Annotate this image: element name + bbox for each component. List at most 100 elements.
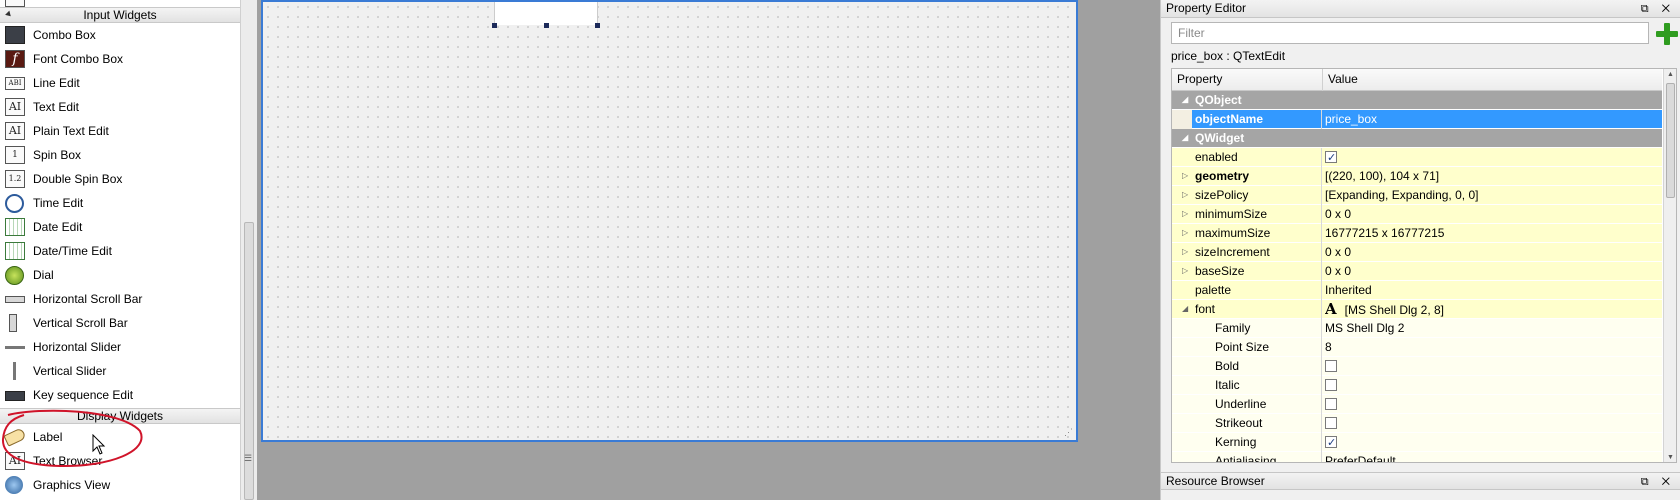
enabled-checkbox[interactable] [1325,149,1337,167]
property-value[interactable]: 8 [1325,338,1660,357]
text-edit-icon: AI [5,98,25,116]
property-value[interactable]: 16777215 x 16777215 [1325,224,1660,243]
property-value [1325,357,1660,376]
property-row-font[interactable]: ◢ font A [MS Shell Dlg 2, 8] [1172,300,1662,319]
widget-item-time-edit[interactable]: Time Edit [0,191,240,215]
property-row-strikeout[interactable]: Strikeout [1172,414,1662,433]
property-value[interactable]: [Expanding, Expanding, 0, 0] [1325,186,1660,205]
property-row-objectname[interactable]: objectName price_box [1172,110,1662,129]
add-dynamic-property-icon[interactable] [1654,22,1678,45]
widget-item-vertical-scroll-bar[interactable]: Vertical Scroll Bar [0,311,240,335]
property-table-scrollbar[interactable]: ▲ ▼ [1663,69,1676,462]
property-row-sizeincrement[interactable]: ▷ sizeIncrement 0 x 0 [1172,243,1662,262]
property-value[interactable]: [(220, 100), 104 x 71] [1325,167,1660,186]
horizontal-slider-icon [5,346,25,349]
widget-item-horizontal-scroll-bar[interactable]: Horizontal Scroll Bar [0,287,240,311]
italic-checkbox[interactable] [1325,379,1337,391]
category-header-input-widgets[interactable]: Input Widgets [0,7,240,23]
widget-item-key-sequence-edit[interactable]: Key sequence Edit [0,383,240,407]
column-header-property[interactable]: Property [1172,69,1222,90]
resource-browser-title: Resource Browser [1166,474,1265,488]
property-value[interactable]: MS Shell Dlg 2 [1325,319,1660,338]
group-row-qobject[interactable]: ◢ QObject [1172,91,1662,110]
property-name: palette [1172,281,1322,300]
widget-item-label: Date/Time Edit [33,244,112,258]
filter-toolbar [1161,19,1680,48]
widget-item-label: Graphics View [33,478,111,492]
horizontal-scrollbar-icon [5,296,25,303]
scroll-down-arrow-icon[interactable]: ▼ [1667,454,1674,461]
property-row-palette[interactable]: palette Inherited [1172,281,1662,300]
scrollbar-thumb[interactable] [1666,83,1675,198]
strikeout-checkbox[interactable] [1325,417,1337,429]
widget-item-horizontal-slider[interactable]: Horizontal Slider [0,335,240,359]
widget-item-graphics-view[interactable]: Graphics View [0,473,240,497]
property-row-bold[interactable]: Bold [1172,357,1662,376]
dial-icon [5,266,24,285]
widget-item-dial[interactable]: Dial [0,263,240,287]
widget-item-date-time-edit[interactable]: Date/Time Edit [0,239,240,263]
mouse-cursor-icon [92,434,106,455]
dock-float-close-buttons[interactable]: ⧉ ✕ [1641,1,1675,18]
widget-list: Input Widgets Combo Box f Font Combo Box… [0,0,240,500]
object-caption: price_box : QTextEdit [1171,49,1286,63]
selected-widget-price-box[interactable] [492,2,600,28]
property-row-antialiasing[interactable]: Antialiasing PreferDefault [1172,452,1662,462]
property-value[interactable]: 0 x 0 [1325,243,1660,262]
key-sequence-icon [5,391,25,401]
widget-item-line-edit[interactable]: ABI Line Edit [0,71,240,95]
form-grid[interactable]: ⋰ [263,2,1076,440]
property-row-point-size[interactable]: Point Size 8 [1172,338,1662,357]
property-value[interactable]: Inherited [1325,281,1660,300]
property-row-geometry[interactable]: ▷ geometry [(220, 100), 104 x 71] [1172,167,1662,186]
graphics-view-icon [5,476,23,494]
font-glyph-icon: A [1325,300,1337,318]
property-row-sizepolicy[interactable]: ▷ sizePolicy [Expanding, Expanding, 0, 0… [1172,186,1662,205]
property-value[interactable]: 0 x 0 [1325,205,1660,224]
widget-item-double-spin-box[interactable]: 1.2 Double Spin Box [0,167,240,191]
property-value [1325,376,1660,395]
property-row-minimumsize[interactable]: ▷ minimumSize 0 x 0 [1172,205,1662,224]
property-value[interactable]: price_box [1325,110,1660,129]
scroll-up-arrow-icon[interactable]: ▲ [1667,71,1674,78]
property-row-family[interactable]: Family MS Shell Dlg 2 [1172,319,1662,338]
widget-item-plain-text-edit[interactable]: AI Plain Text Edit [0,119,240,143]
bold-checkbox[interactable] [1325,360,1337,372]
dock-float-close-buttons[interactable]: ⧉ ✕ [1641,474,1675,491]
property-name: Family [1172,319,1322,338]
property-row-basesize[interactable]: ▷ baseSize 0 x 0 [1172,262,1662,281]
widget-item-font-combo-box[interactable]: f Font Combo Box [0,47,240,71]
group-row-qwidget[interactable]: ◢ QWidget [1172,129,1662,148]
size-grip-icon[interactable]: ⋰ [1064,427,1073,438]
resize-handle[interactable] [595,23,600,28]
property-editor-titlebar: Property Editor ⧉ ✕ [1161,0,1680,18]
resize-handle[interactable] [544,23,549,28]
column-header-value[interactable]: Value [1322,69,1358,91]
property-row-underline[interactable]: Underline [1172,395,1662,414]
combo-box-icon [5,26,25,44]
property-row-maximumsize[interactable]: ▷ maximumSize 16777215 x 16777215 [1172,224,1662,243]
resize-handle[interactable] [492,23,497,28]
widget-item-vertical-slider[interactable]: Vertical Slider [0,359,240,383]
property-value[interactable]: A [MS Shell Dlg 2, 8] [1325,300,1660,319]
property-name: Bold [1172,357,1322,376]
property-value[interactable]: PreferDefault [1325,452,1660,462]
widget-item-spin-box[interactable]: 1 Spin Box [0,143,240,167]
form-window[interactable]: ⋰ [261,0,1078,442]
right-dock-panel: Property Editor ⧉ ✕ price_box : QTextEdi… [1160,0,1680,500]
widget-item-text-edit[interactable]: AI Text Edit [0,95,240,119]
property-value[interactable]: 0 x 0 [1325,262,1660,281]
property-name: objectName [1172,110,1322,129]
property-row-italic[interactable]: Italic [1172,376,1662,395]
widget-item-date-edit[interactable]: Date Edit [0,215,240,239]
property-row-kerning[interactable]: Kerning [1172,433,1662,452]
widget-box-scrollbar[interactable]: ☰ [240,0,257,500]
widget-item-label: Combo Box [33,28,96,42]
line-edit-icon: ABI [5,77,25,90]
widget-item-combo-box[interactable]: Combo Box [0,23,240,47]
property-row-enabled[interactable]: enabled [1172,148,1662,167]
kerning-checkbox[interactable] [1325,434,1337,452]
underline-checkbox[interactable] [1325,398,1337,410]
filter-input[interactable] [1171,22,1649,44]
property-name: geometry [1172,167,1322,186]
